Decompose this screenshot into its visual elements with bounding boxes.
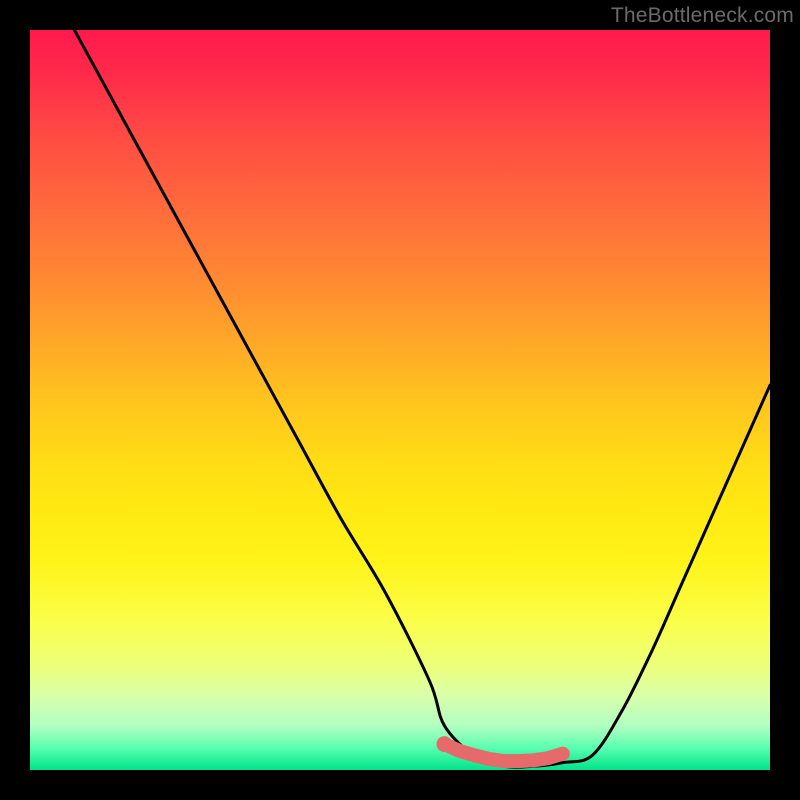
watermark-label: TheBottleneck.com (611, 4, 794, 28)
bottleneck-curve (74, 30, 770, 767)
plot-area (30, 30, 770, 770)
highlighted-range-markers (444, 744, 562, 761)
highlight-start-dot (436, 736, 452, 752)
curve-layer (30, 30, 770, 770)
chart-frame: TheBottleneck.com (0, 0, 800, 800)
